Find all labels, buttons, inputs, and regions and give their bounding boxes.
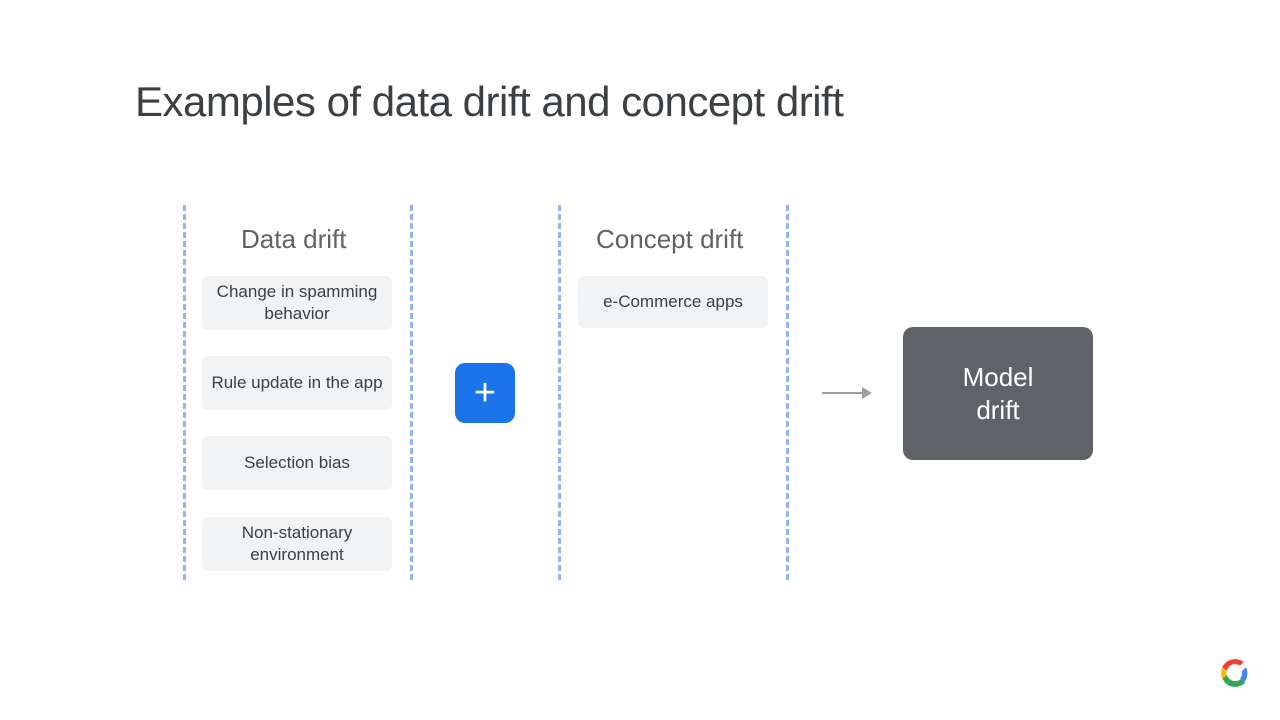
concept-drift-heading: Concept drift (596, 224, 743, 255)
slide-title: Examples of data drift and concept drift (135, 78, 843, 126)
model-drift-box: Model drift (903, 327, 1093, 460)
concept-drift-item: e-Commerce apps (578, 276, 768, 328)
data-drift-item: Change in spamming behavior (202, 276, 392, 330)
divider (183, 205, 186, 580)
divider (558, 205, 561, 580)
data-drift-item: Rule update in the app (202, 356, 392, 410)
data-drift-item: Non-stationary environment (202, 517, 392, 571)
plus-icon: + (455, 363, 515, 423)
data-drift-item: Selection bias (202, 436, 392, 490)
data-drift-heading: Data drift (241, 224, 347, 255)
divider (786, 205, 789, 580)
google-cloud-logo-icon (1218, 659, 1252, 692)
arrow-right-icon (822, 392, 870, 394)
slide: { "title": "Examples of data drift and c… (0, 0, 1280, 720)
divider (410, 205, 413, 580)
